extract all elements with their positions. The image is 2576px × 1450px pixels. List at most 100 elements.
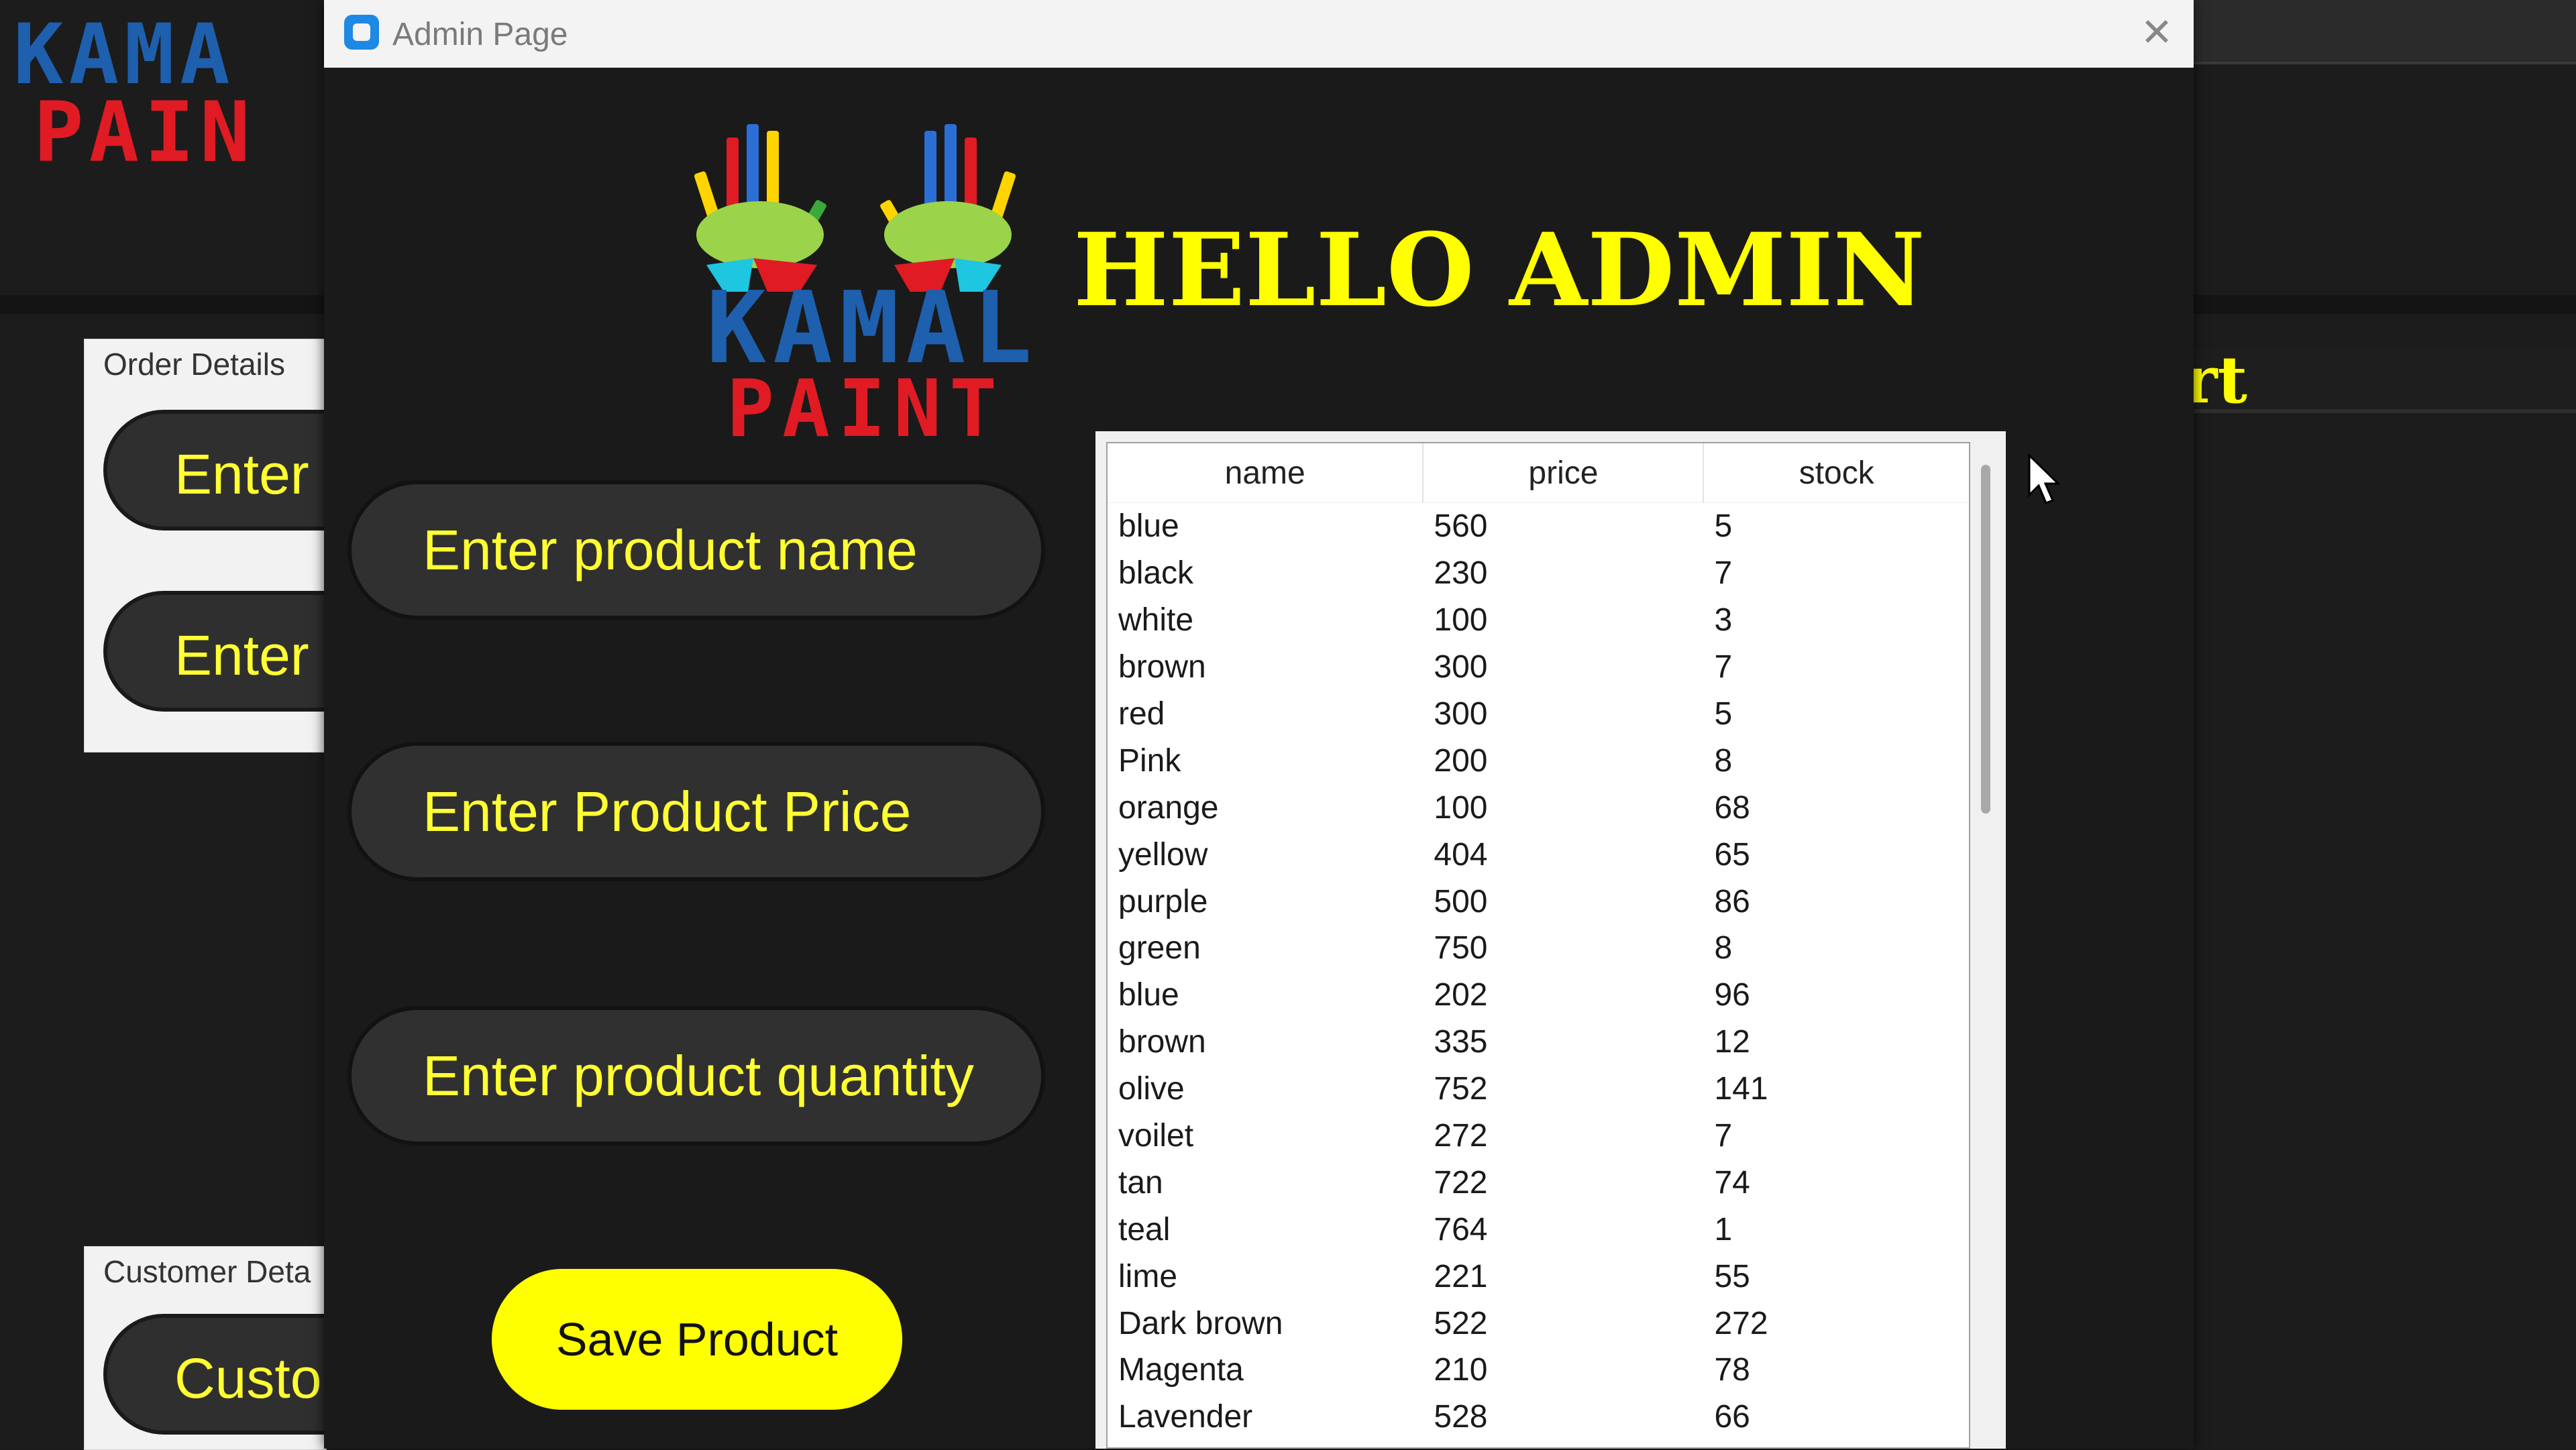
background-logo-bottom-text: PAIN [34,85,256,181]
cell-name: olive [1118,1071,1185,1107]
cell-name: blue [1118,977,1179,1013]
table-row[interactable]: purple 500 86 [1108,878,1969,925]
cell-price: 722 [1434,1164,1488,1201]
product-table[interactable]: name price stock blue 560 5 black 230 7 white 1… [1106,442,1970,1449]
table-row[interactable]: black 230 7 [1108,550,1969,597]
table-row[interactable]: Lavender 528 66 [1108,1394,1969,1441]
dialog-titlebar[interactable]: Admin Page ✕ [324,0,2194,68]
cell-price: 335 [1434,1024,1488,1060]
cell-name: orange [1118,789,1219,826]
table-row[interactable]: brown 335 12 [1108,1019,1969,1066]
app-window-icon [344,15,379,50]
cell-stock: 78 [1714,1352,1750,1388]
cell-name: Magenta [1118,1352,1244,1388]
cell-price: 200 [1434,742,1488,779]
table-row[interactable]: brown 300 7 [1108,644,1969,691]
table-row[interactable]: green 750 8 [1108,925,1969,972]
cell-price: 522 [1434,1305,1488,1341]
cell-stock: 7 [1714,649,1733,685]
save-product-button[interactable]: Save Product [492,1269,902,1410]
cell-name: black [1118,555,1194,592]
cell-price: 560 [1434,508,1488,545]
cell-price: 100 [1434,602,1488,638]
cell-stock: 7 [1714,1118,1733,1154]
product-quantity-input[interactable] [347,1006,1045,1146]
customer-field[interactable]: Custo [103,1314,326,1435]
cell-stock: 68 [1714,789,1750,826]
cell-name: yellow [1118,836,1208,873]
cell-name: Dark brown [1118,1305,1283,1341]
cell-name: tan [1118,1164,1163,1201]
table-row[interactable]: blue 202 96 [1108,972,1969,1019]
product-price-input[interactable] [347,742,1045,881]
logo-text-bottom: PAINT [727,362,1006,455]
dialog-title: Admin Page [392,17,568,52]
cell-stock: 5 [1714,696,1733,732]
cell-price: 528 [1434,1399,1488,1435]
product-table-frame: name price stock blue 560 5 black 230 7 white 1… [1095,431,2006,1449]
page-heading: HELLO ADMIN [1073,211,1925,329]
cell-stock: 8 [1714,742,1733,779]
table-scrollbar[interactable] [1981,465,1990,814]
cell-stock: 55 [1714,1258,1750,1294]
cell-stock: 7 [1714,555,1733,592]
table-row[interactable]: lime 221 55 [1108,1253,1969,1300]
table-row[interactable]: tan 722 74 [1108,1159,1969,1206]
table-row[interactable]: blue 560 5 [1108,503,1969,550]
table-row[interactable]: olive 752 141 [1108,1066,1969,1113]
cell-stock: 66 [1714,1399,1750,1435]
table-row[interactable]: red 300 5 [1108,691,1969,738]
product-name-input[interactable] [347,480,1045,620]
cell-name: white [1118,602,1194,638]
cell-price: 404 [1434,836,1488,873]
table-row[interactable]: orange 100 68 [1108,784,1969,831]
cell-name: purple [1118,883,1208,919]
cell-stock: 5 [1714,508,1733,545]
cell-price: 752 [1434,1071,1488,1107]
kamal-paint-logo: KAMAL PAINT [680,64,1095,448]
cell-price: 210 [1434,1352,1488,1388]
painted-hands-icon [694,124,1016,292]
table-row[interactable]: voilet 272 7 [1108,1113,1969,1160]
column-header-name[interactable]: name [1108,443,1424,503]
cell-price: 202 [1434,977,1488,1013]
cell-stock: 96 [1714,977,1750,1013]
order-field-1[interactable]: Enter [103,410,326,531]
cell-name: red [1118,696,1165,732]
cell-stock: 65 [1714,836,1750,873]
cell-stock: 1 [1714,1211,1733,1247]
customer-details-panel: Customer Deta Custo [84,1246,327,1450]
cell-name: brown [1118,1024,1206,1060]
mouse-cursor-icon [2028,453,2061,504]
cell-stock: 74 [1714,1164,1750,1201]
cell-stock: 12 [1714,1024,1750,1060]
column-header-price[interactable]: price [1423,443,1705,503]
cell-name: brown [1118,649,1206,685]
table-body: blue 560 5 black 230 7 white 100 3 brown 300 7 red 30… [1108,503,1969,1441]
customer-details-caption: Customer Deta [103,1254,311,1289]
table-row[interactable]: yellow 404 65 [1108,831,1969,878]
order-field-2[interactable]: Enter [103,591,326,712]
cell-name: voilet [1118,1118,1194,1154]
close-icon[interactable]: ✕ [2133,9,2180,56]
cell-name: teal [1118,1211,1171,1247]
cell-name: lime [1118,1258,1178,1294]
table-row[interactable]: Pink 200 8 [1108,737,1969,784]
cell-name: green [1118,930,1201,966]
order-details-caption: Order Details [103,347,285,382]
cell-price: 100 [1434,789,1488,826]
cell-price: 300 [1434,649,1488,685]
table-row[interactable]: white 100 3 [1108,597,1969,644]
order-details-panel: Order Details Enter Enter [84,339,327,752]
column-header-stock[interactable]: stock [1703,443,1969,503]
cell-price: 221 [1434,1258,1488,1294]
table-row[interactable]: Magenta 210 78 [1108,1347,1969,1394]
admin-dialog: Admin Page ✕ KAMAL PAINT HELLO ADMIN Ent… [324,0,2194,1449]
cell-price: 272 [1434,1118,1488,1154]
background-titlebar [2194,0,2576,64]
table-row[interactable]: Dark brown 522 272 [1108,1300,1969,1347]
cell-name: Pink [1118,742,1181,779]
background-title-band [2194,349,2576,413]
table-row[interactable]: teal 764 1 [1108,1206,1969,1253]
background-logo-bottom: PAIN [34,91,256,174]
